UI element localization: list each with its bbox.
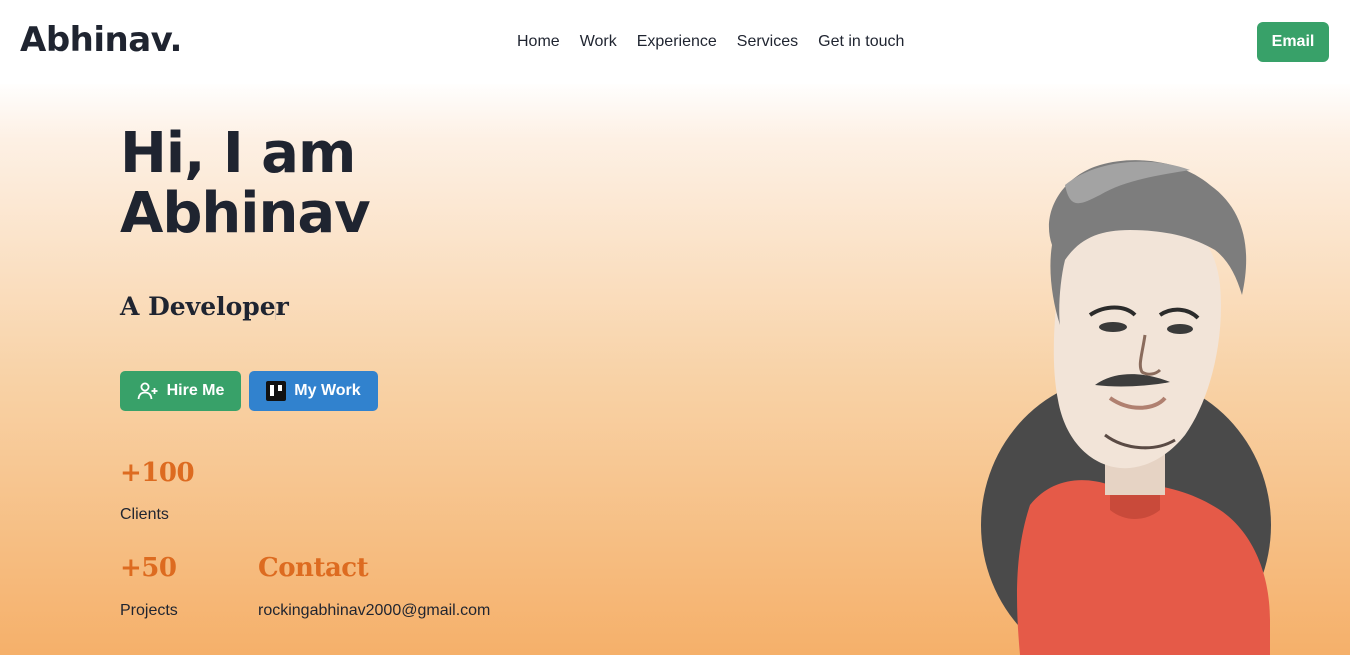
- nav-link-work[interactable]: Work: [580, 33, 617, 51]
- contact-heading: Contact: [258, 553, 369, 583]
- typing-caret: [275, 302, 276, 320]
- hero-title-line1: Hi, I am: [120, 121, 356, 186]
- nav-link-home[interactable]: Home: [517, 33, 560, 51]
- trello-icon: [266, 381, 287, 401]
- navbar: Abhinav. Home Work Experience Services G…: [0, 0, 1350, 84]
- nav-link-services[interactable]: Services: [737, 33, 798, 51]
- contact-email[interactable]: rockingabhinav2000@gmail.com: [258, 602, 490, 620]
- nav-link-experience[interactable]: Experience: [637, 33, 717, 51]
- projects-count: +50: [120, 553, 177, 583]
- site-logo[interactable]: Abhinav.: [20, 20, 182, 60]
- profile-portrait: [981, 160, 1271, 655]
- my-work-button[interactable]: My Work: [249, 371, 378, 411]
- hire-me-label: Hire Me: [166, 382, 225, 399]
- nav-links: Home Work Experience Services Get in tou…: [517, 33, 904, 51]
- clients-count: +100: [120, 458, 195, 488]
- hire-me-button[interactable]: Hire Me: [120, 371, 241, 411]
- hero-title-line2: Abhinav: [120, 181, 371, 246]
- role-typewriter: A Developer: [120, 292, 289, 321]
- my-work-label: My Work: [294, 382, 361, 399]
- nav-link-get-in-touch[interactable]: Get in touch: [818, 33, 904, 51]
- hero-title: Hi, I am Abhinav: [120, 121, 371, 246]
- projects-label: Projects: [120, 602, 178, 619]
- email-button[interactable]: Email: [1257, 22, 1329, 62]
- user-plus-icon: [137, 381, 159, 401]
- clients-label: Clients: [120, 506, 169, 523]
